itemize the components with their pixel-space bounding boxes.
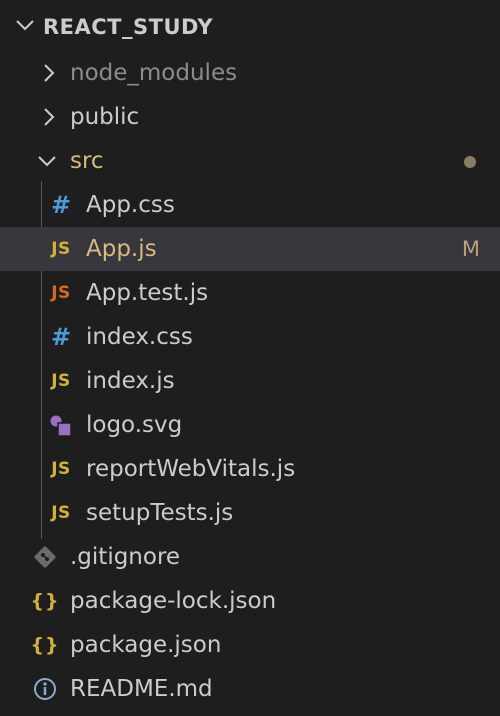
git-modified-badge: M <box>461 237 480 261</box>
js-file-icon: JS <box>51 239 71 259</box>
tree-item-report-web-vitals-js[interactable]: JS reportWebVitals.js <box>0 447 500 491</box>
tree-item-label: setupTests.js <box>86 500 234 526</box>
chevron-right-icon[interactable] <box>38 106 60 128</box>
chevron-right-icon[interactable] <box>38 62 60 84</box>
explorer-section-header[interactable]: REACT_STUDY <box>0 4 500 48</box>
tree-item-setup-tests-js[interactable]: JS setupTests.js <box>0 491 500 535</box>
tree-item-label: package.json <box>70 632 222 658</box>
json-file-icon: {} <box>30 634 60 656</box>
tree-item-label: App.css <box>86 192 175 218</box>
tree-item-index-js[interactable]: JS index.js <box>0 359 500 403</box>
tree-item-label: reportWebVitals.js <box>86 456 296 482</box>
tree-item-label: src <box>70 148 104 174</box>
tree-item-gitignore[interactable]: .gitignore <box>0 535 500 579</box>
tree-item-logo-svg[interactable]: logo.svg <box>0 403 500 447</box>
css-file-icon: # <box>50 323 72 351</box>
tree-item-package-lock-json[interactable]: {} package-lock.json <box>0 579 500 623</box>
chevron-down-icon[interactable] <box>36 150 58 172</box>
css-file-icon: # <box>50 191 72 219</box>
js-file-icon: JS <box>51 459 71 479</box>
js-test-file-icon: JS <box>51 283 71 303</box>
tree-item-app-css[interactable]: # App.css <box>0 183 500 227</box>
modified-dot-indicator <box>464 156 476 168</box>
tree-item-label: README.md <box>70 676 213 702</box>
tree-item-app-js[interactable]: JS App.js M <box>0 227 500 271</box>
tree-item-label: index.js <box>86 368 175 394</box>
json-file-icon: {} <box>30 590 60 612</box>
tree-item-label: App.js <box>86 236 157 262</box>
tree-item-readme-md[interactable]: README.md <box>0 667 500 711</box>
tree-item-label: logo.svg <box>86 412 183 438</box>
git-icon <box>34 546 56 568</box>
tree-item-label: package-lock.json <box>70 588 277 614</box>
tree-item-label: App.test.js <box>86 280 209 306</box>
tree-item-node-modules[interactable]: node_modules <box>0 51 500 95</box>
js-file-icon: JS <box>51 503 71 523</box>
svg-file-icon <box>50 415 72 437</box>
chevron-down-icon[interactable] <box>14 14 36 36</box>
tree-item-app-test-js[interactable]: JS App.test.js <box>0 271 500 315</box>
tree-item-src[interactable]: src <box>0 139 500 183</box>
tree-item-label: index.css <box>86 324 193 350</box>
workspace-title: REACT_STUDY <box>43 15 214 39</box>
tree-item-index-css[interactable]: # index.css <box>0 315 500 359</box>
js-file-icon: JS <box>51 371 71 391</box>
tree-item-label: node_modules <box>70 60 238 86</box>
explorer-panel: REACT_STUDY node_modules public src # Ap… <box>0 0 500 716</box>
tree-item-label: public <box>70 104 140 130</box>
tree-item-label: .gitignore <box>70 544 181 570</box>
tree-item-package-json[interactable]: {} package.json <box>0 623 500 667</box>
info-icon <box>34 678 56 700</box>
tree-item-public[interactable]: public <box>0 95 500 139</box>
